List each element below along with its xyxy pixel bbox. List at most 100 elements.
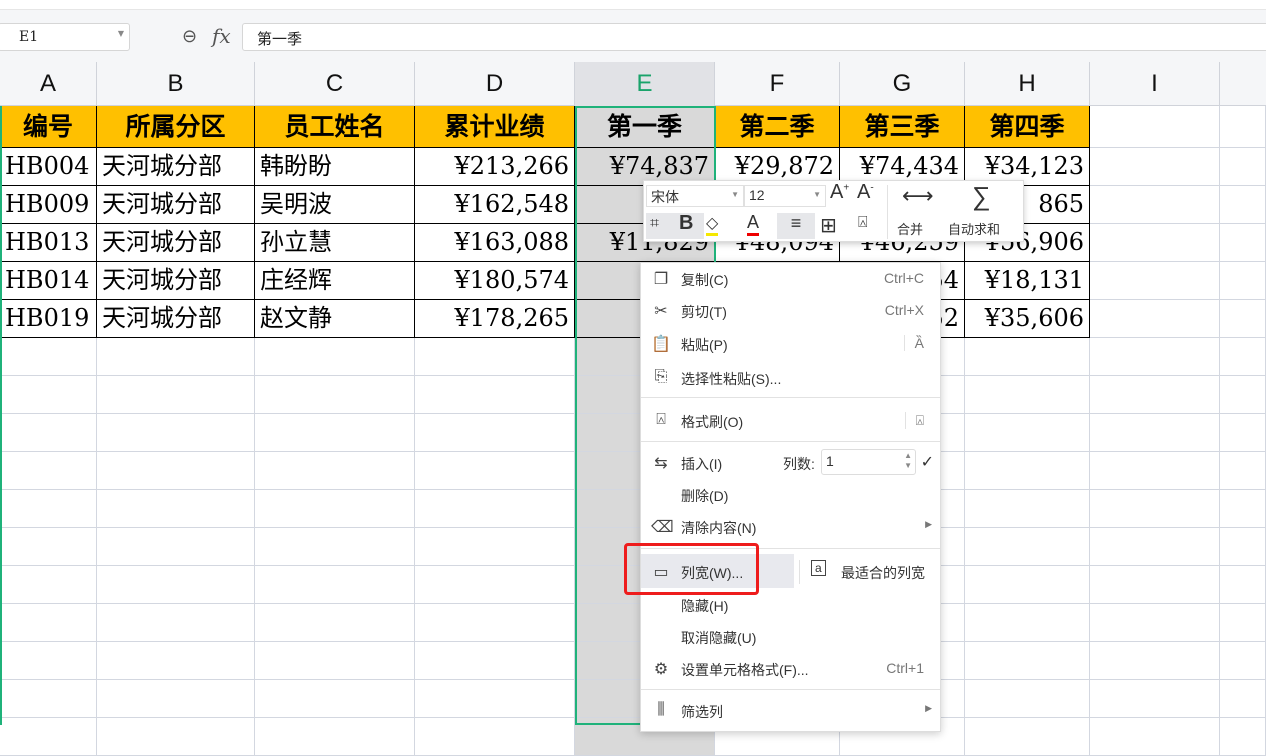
column-header-F[interactable]: F <box>715 62 840 106</box>
empty-cell[interactable] <box>1090 148 1220 186</box>
empty-cell[interactable] <box>415 452 575 490</box>
table-cell[interactable]: HB019 <box>0 300 97 338</box>
table-header-cell[interactable]: 员工姓名 <box>255 106 415 148</box>
table-cell[interactable]: HB014 <box>0 262 97 300</box>
empty-cell[interactable] <box>1090 414 1220 452</box>
empty-cell[interactable] <box>0 452 97 490</box>
table-header-cell[interactable]: 第四季 <box>965 106 1090 148</box>
empty-cell[interactable] <box>97 376 255 414</box>
table-cell[interactable]: ¥163,088 <box>415 224 575 262</box>
table-cell[interactable]: 天河城分部 <box>97 148 255 186</box>
column-header-B[interactable]: B <box>97 62 255 106</box>
empty-cell[interactable] <box>965 452 1090 490</box>
empty-cell[interactable] <box>415 680 575 718</box>
empty-cell[interactable] <box>255 680 415 718</box>
empty-cell[interactable] <box>965 642 1090 680</box>
empty-cell[interactable] <box>415 528 575 566</box>
empty-cell[interactable] <box>965 566 1090 604</box>
empty-cell[interactable] <box>1220 338 1266 376</box>
table-header-cell[interactable]: 第三季 <box>840 106 965 148</box>
empty-cell[interactable] <box>255 414 415 452</box>
table-cell[interactable]: 天河城分部 <box>97 186 255 224</box>
check-icon[interactable]: ✓ <box>921 452 934 472</box>
empty-cell[interactable] <box>0 642 97 680</box>
empty-cell[interactable] <box>965 414 1090 452</box>
empty-cell[interactable] <box>1090 106 1220 148</box>
fill-color-icon[interactable]: ◇ <box>706 213 719 236</box>
empty-cell[interactable] <box>1220 642 1266 680</box>
empty-cell[interactable] <box>1220 186 1266 224</box>
empty-cell[interactable] <box>415 642 575 680</box>
empty-cell[interactable] <box>1090 604 1220 642</box>
borders-icon[interactable]: ⊞ <box>820 213 837 238</box>
table-cell[interactable]: 韩盼盼 <box>255 148 415 186</box>
format-brush-icon[interactable]: ⍓ <box>858 214 868 232</box>
empty-cell[interactable] <box>97 718 255 756</box>
format-painter-multi-icon[interactable]: ⍓ <box>904 412 924 429</box>
menu-item-unhide[interactable]: 取消隐藏(U) <box>641 621 940 653</box>
table-cell[interactable]: 天河城分部 <box>97 300 255 338</box>
fx-icon[interactable]: fx <box>212 24 231 48</box>
column-header-H[interactable]: H <box>965 62 1090 106</box>
menu-item-insert[interactable]: ⇆ 插入(I) 列数: 1 ▲ ▼ ✓ <box>641 447 940 479</box>
empty-cell[interactable] <box>255 452 415 490</box>
column-header-G[interactable]: G <box>840 62 965 106</box>
menu-item-format-painter[interactable]: ⍓ 格式刷(O) ⍓ <box>641 405 940 437</box>
empty-cell[interactable] <box>0 604 97 642</box>
empty-cell[interactable] <box>255 338 415 376</box>
table-header-cell[interactable]: 第一季 <box>575 106 715 148</box>
count-input[interactable]: 1 ▲ ▼ <box>821 449 916 475</box>
empty-cell[interactable] <box>415 414 575 452</box>
table-cell[interactable]: ¥35,606 <box>965 300 1090 338</box>
empty-cell[interactable] <box>0 414 97 452</box>
table-cell[interactable]: HB009 <box>0 186 97 224</box>
empty-cell[interactable] <box>415 338 575 376</box>
empty-cell[interactable] <box>255 718 415 756</box>
empty-cell[interactable] <box>1220 262 1266 300</box>
empty-cell[interactable] <box>0 718 97 756</box>
name-box[interactable]: E1 ▼ <box>0 23 130 51</box>
decrease-font-icon[interactable]: A- <box>857 181 874 204</box>
empty-cell[interactable] <box>415 718 575 756</box>
merge-icon[interactable]: ⟷ <box>902 183 934 209</box>
empty-cell[interactable] <box>1220 148 1266 186</box>
empty-cell[interactable] <box>1090 300 1220 338</box>
font-size-select[interactable]: 12 ▼ <box>744 185 826 207</box>
empty-cell[interactable] <box>965 528 1090 566</box>
column-header-I[interactable]: I <box>1090 62 1220 106</box>
empty-cell[interactable] <box>1220 566 1266 604</box>
menu-item-clear[interactable]: ⌫ 清除内容(N) ▶ <box>641 511 940 543</box>
table-cell[interactable]: HB004 <box>0 148 97 186</box>
empty-cell[interactable] <box>965 604 1090 642</box>
empty-cell[interactable] <box>0 680 97 718</box>
empty-cell[interactable] <box>255 604 415 642</box>
empty-cell[interactable] <box>1090 376 1220 414</box>
table-cell[interactable]: HB013 <box>0 224 97 262</box>
table-cell[interactable]: 庄经辉 <box>255 262 415 300</box>
empty-cell[interactable] <box>415 566 575 604</box>
empty-cell[interactable] <box>255 642 415 680</box>
sum-icon[interactable]: ∑ <box>972 181 991 212</box>
empty-cell[interactable] <box>1220 718 1266 756</box>
empty-cell[interactable] <box>965 718 1090 756</box>
empty-cell[interactable] <box>965 490 1090 528</box>
column-header-E[interactable]: E <box>575 62 715 106</box>
empty-cell[interactable] <box>1090 718 1220 756</box>
empty-cell[interactable] <box>1090 338 1220 376</box>
table-header-cell[interactable]: 编号 <box>0 106 97 148</box>
wrap-icon[interactable]: ⌗ <box>650 215 659 233</box>
empty-cell[interactable] <box>415 490 575 528</box>
table-cell[interactable]: 天河城分部 <box>97 224 255 262</box>
empty-cell[interactable] <box>0 528 97 566</box>
menu-item-copy[interactable]: ❐ 复制(C) Ctrl+C <box>641 263 940 295</box>
table-header-cell[interactable]: 所属分区 <box>97 106 255 148</box>
empty-cell[interactable] <box>1220 376 1266 414</box>
empty-cell[interactable] <box>0 338 97 376</box>
menu-item-cut[interactable]: ✂ 剪切(T) Ctrl+X <box>641 295 940 327</box>
stepper-icon[interactable]: ▲ ▼ <box>904 451 912 471</box>
table-header-cell[interactable]: 累计业绩 <box>415 106 575 148</box>
font-select[interactable]: 宋体 ▼ <box>646 185 744 207</box>
merge-button[interactable]: 合并 <box>897 219 923 238</box>
best-fit-column-width[interactable]: 最适合的列宽 <box>841 563 925 583</box>
empty-cell[interactable] <box>1090 528 1220 566</box>
